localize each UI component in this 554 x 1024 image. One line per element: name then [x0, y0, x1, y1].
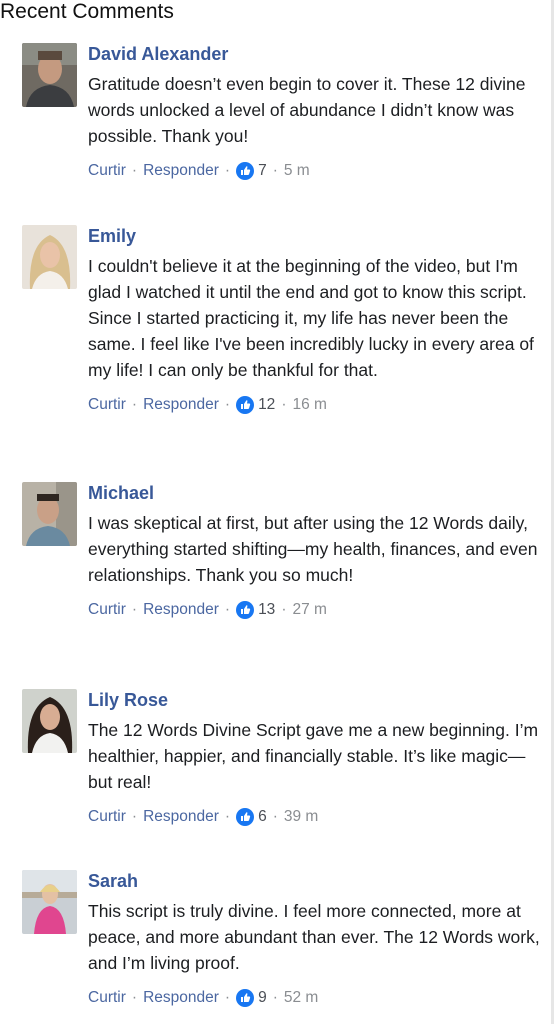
thumbs-up-icon: [236, 396, 255, 414]
comment-author[interactable]: David Alexander: [88, 43, 542, 65]
comment-author[interactable]: Sarah: [88, 870, 542, 892]
separator-dot: ·: [131, 162, 138, 179]
comment-time: 52 m: [283, 989, 319, 1006]
separator-dot: ·: [281, 396, 287, 413]
comment-text: I was skeptical at first, but after usin…: [88, 513, 538, 585]
avatar[interactable]: [22, 225, 77, 289]
comment-time: 16 m: [292, 396, 327, 413]
separator-dot: ·: [281, 601, 287, 618]
avatar[interactable]: [22, 870, 77, 934]
comment-actions: Curtir · Responder · 12 · 16 m: [88, 395, 542, 415]
comment-actions: Curtir · Responder · 6 · 39 m: [88, 807, 542, 827]
like-count[interactable]: 9: [258, 988, 267, 1008]
like-link[interactable]: Curtir: [88, 988, 126, 1008]
separator-dot: ·: [224, 162, 231, 179]
like-link[interactable]: Curtir: [88, 161, 126, 181]
thumbs-up-icon: [236, 162, 255, 180]
separator-dot: ·: [224, 989, 231, 1006]
comment-time: 27 m: [292, 601, 327, 618]
thumbs-up-icon: [236, 601, 255, 619]
section-title: Recent Comments: [0, 0, 174, 23]
comment-actions: Curtir · Responder · 9 · 52 m: [88, 988, 542, 1008]
comment-text: Gratitude doesn’t even begin to cover it…: [88, 74, 526, 146]
thumbs-up-icon: [236, 808, 255, 826]
separator-dot: ·: [224, 601, 231, 618]
comment-actions: Curtir · Responder · 7 · 5 m: [88, 161, 542, 181]
like-count[interactable]: 6: [258, 807, 267, 827]
comment-author[interactable]: Michael: [88, 482, 542, 504]
reply-link[interactable]: Responder: [143, 600, 219, 620]
avatar[interactable]: [22, 689, 77, 753]
reply-link[interactable]: Responder: [143, 988, 219, 1008]
comment-time: 39 m: [283, 808, 319, 825]
like-count[interactable]: 7: [258, 161, 267, 181]
separator-dot: ·: [272, 808, 278, 825]
like-link[interactable]: Curtir: [88, 600, 126, 620]
separator-dot: ·: [131, 989, 138, 1006]
comment-author[interactable]: Lily Rose: [88, 689, 542, 711]
like-count[interactable]: 13: [258, 600, 275, 620]
like-link[interactable]: Curtir: [88, 395, 126, 415]
thumbs-up-icon: [236, 989, 255, 1007]
like-link[interactable]: Curtir: [88, 807, 126, 827]
separator-dot: ·: [131, 601, 138, 618]
separator-dot: ·: [131, 808, 138, 825]
reply-link[interactable]: Responder: [143, 161, 219, 181]
separator-dot: ·: [131, 396, 138, 413]
comment-text: This script is truly divine. I feel more…: [88, 901, 540, 973]
separator-dot: ·: [272, 989, 278, 1006]
comment-text: The 12 Words Divine Script gave me a new…: [88, 720, 539, 792]
reply-link[interactable]: Responder: [143, 807, 219, 827]
comment-actions: Curtir · Responder · 13 · 27 m: [88, 600, 542, 620]
comment-time: 5 m: [283, 162, 310, 179]
separator-dot: ·: [272, 162, 278, 179]
separator-dot: ·: [224, 396, 231, 413]
comment-author[interactable]: Emily: [88, 225, 542, 247]
reply-link[interactable]: Responder: [143, 395, 219, 415]
avatar[interactable]: [22, 43, 77, 107]
avatar[interactable]: [22, 482, 77, 546]
like-count[interactable]: 12: [258, 395, 275, 415]
separator-dot: ·: [224, 808, 231, 825]
comment-text: I couldn't believe it at the beginning o…: [88, 256, 534, 380]
